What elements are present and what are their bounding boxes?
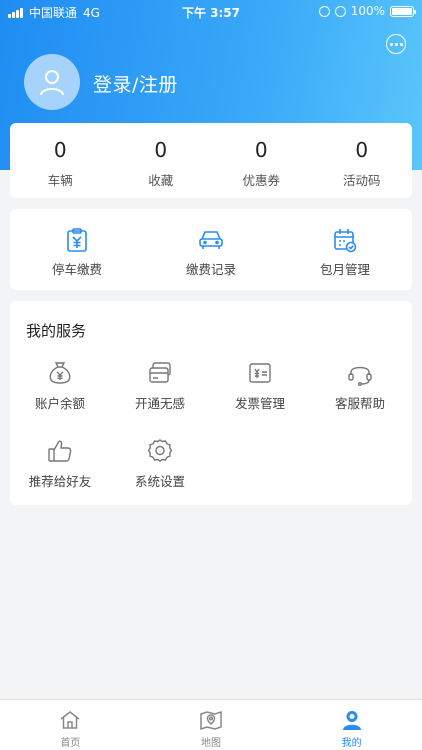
service-label: 账户余额 — [34, 396, 85, 411]
headset-icon — [348, 366, 372, 387]
service-label: 发票管理 — [234, 396, 285, 411]
stat-value: 0 — [254, 138, 268, 162]
message-button[interactable] — [386, 34, 406, 54]
quick-label: 缴费记录 — [185, 262, 236, 277]
services-title: 我的服务 — [26, 322, 87, 340]
stats-card: 0 车辆 0 收藏 0 优惠券 0 活动码 — [10, 123, 412, 198]
stat-vehicles[interactable]: 0 车辆 — [10, 123, 111, 198]
stat-value: 0 — [355, 138, 369, 162]
stat-coupons[interactable]: 0 优惠券 — [211, 123, 312, 198]
stat-label: 收藏 — [148, 173, 174, 188]
tab-mine[interactable]: 我的 — [281, 700, 422, 750]
service-label: 开通无感 — [134, 396, 185, 411]
calendar-check-icon — [334, 229, 357, 253]
parking-pay-icon — [67, 228, 87, 252]
tab-label: 首页 — [60, 738, 81, 749]
service-label: 推荐给好友 — [28, 474, 92, 489]
status-bar: 中国联通 4G 下午 3:57 100% — [0, 0, 422, 22]
monthly-management-button[interactable]: 包月管理 — [278, 209, 412, 290]
stat-label: 优惠券 — [242, 173, 280, 188]
map-icon — [200, 710, 222, 731]
quick-label: 停车缴费 — [51, 262, 102, 277]
alarm-icon — [334, 5, 346, 17]
services-card: 我的服务 账户余额 开通无感 发票管理 客服帮助 推荐给好友 系统设置 — [10, 301, 412, 505]
customer-service-button[interactable]: 客服帮助 — [310, 359, 410, 412]
service-label: 系统设置 — [134, 474, 185, 489]
battery-icon — [390, 5, 416, 17]
stat-favorites[interactable]: 0 收藏 — [111, 123, 212, 198]
stat-activity-codes[interactable]: 0 活动码 — [312, 123, 413, 198]
tab-map[interactable]: 地图 — [141, 700, 282, 750]
tab-home[interactable]: 首页 — [0, 700, 141, 750]
avatar[interactable] — [24, 54, 80, 110]
stat-value: 0 — [154, 138, 168, 162]
stat-label: 车辆 — [47, 173, 73, 188]
tab-label: 我的 — [341, 738, 362, 749]
tab-label: 地图 — [201, 738, 221, 749]
invoice-management-button[interactable]: 发票管理 — [210, 359, 310, 412]
battery-percent: 100% — [350, 4, 385, 18]
gear-icon — [147, 439, 173, 462]
stat-label: 活动码 — [342, 173, 381, 188]
car-icon — [199, 231, 223, 249]
thumbs-up-icon — [48, 440, 72, 462]
enable-contactless-button[interactable]: 开通无感 — [110, 359, 210, 412]
account-balance-button[interactable]: 账户余额 — [10, 359, 110, 412]
quick-label: 包月管理 — [319, 262, 370, 277]
bottom-tab-bar: 首页 地图 我的 — [0, 699, 422, 750]
stat-value: 0 — [53, 138, 67, 162]
profile-icon — [342, 711, 361, 730]
service-label: 客服帮助 — [334, 396, 385, 411]
card-icon — [149, 362, 171, 383]
money-bag-icon — [49, 362, 71, 384]
quick-actions-card: 停车缴费 缴费记录 包月管理 — [10, 209, 412, 290]
payment-records-button[interactable]: 缴费记录 — [144, 209, 278, 290]
parking-payment-button[interactable]: 停车缴费 — [10, 209, 144, 290]
user-icon — [40, 70, 64, 96]
home-icon — [60, 711, 80, 729]
invoice-icon — [249, 363, 271, 383]
recommend-friend-button[interactable]: 推荐给好友 — [10, 437, 110, 490]
login-register-link[interactable]: 登录/注册 — [93, 70, 178, 97]
system-settings-button[interactable]: 系统设置 — [110, 437, 210, 490]
rotation-lock-icon — [318, 5, 330, 17]
